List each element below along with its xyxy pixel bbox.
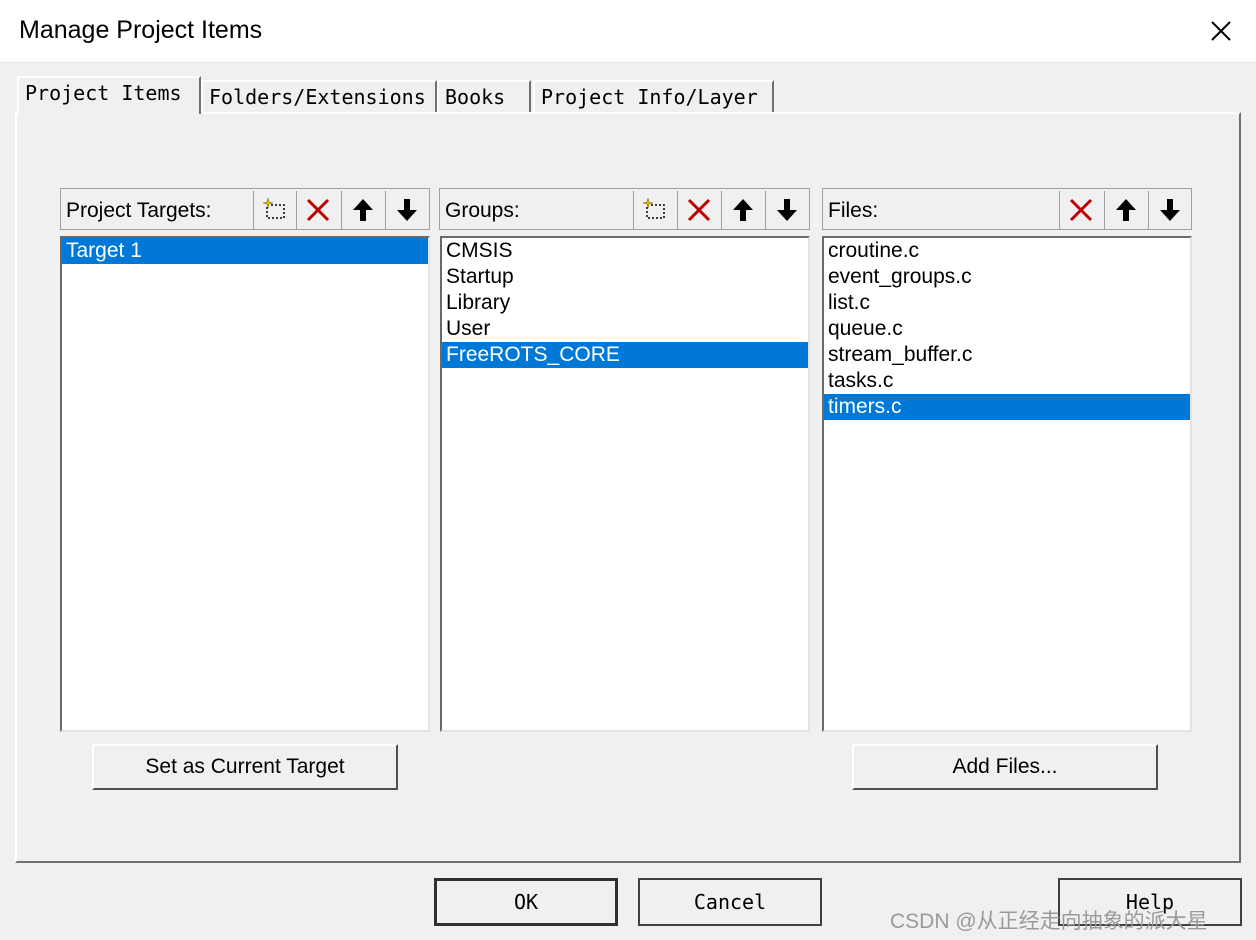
move-up-icon bbox=[1115, 199, 1136, 221]
move-group-up-button[interactable] bbox=[721, 191, 763, 229]
delete-file-button[interactable] bbox=[1059, 191, 1101, 229]
tab-folders-extensions[interactable]: Folders/Extensions bbox=[201, 80, 437, 112]
list-item[interactable]: tasks.c bbox=[824, 368, 1190, 394]
watermark: CSDN @从正经走向抽象的派大星 bbox=[890, 910, 1208, 933]
move-group-down-button[interactable] bbox=[765, 191, 807, 229]
set-current-target-button[interactable]: Set as Current Target bbox=[92, 744, 398, 790]
move-file-down-button[interactable] bbox=[1148, 191, 1190, 229]
cancel-button[interactable]: Cancel bbox=[638, 878, 822, 926]
new-icon bbox=[642, 197, 665, 219]
set-current-target-label: Set as Current Target bbox=[145, 755, 345, 778]
delete-icon bbox=[687, 198, 710, 222]
close-icon bbox=[1211, 21, 1231, 41]
files-label: Files: bbox=[828, 199, 879, 222]
delete-icon bbox=[1069, 198, 1092, 222]
move-down-icon bbox=[396, 199, 417, 221]
add-files-button[interactable]: Add Files... bbox=[852, 744, 1158, 790]
list-item[interactable]: CMSIS bbox=[442, 238, 808, 264]
ok-label: OK bbox=[513, 890, 539, 914]
move-up-icon bbox=[352, 199, 373, 221]
list-item[interactable]: queue.c bbox=[824, 316, 1190, 342]
new-group-button[interactable] bbox=[633, 191, 675, 229]
new-target-button[interactable] bbox=[253, 191, 295, 229]
targets-list[interactable]: Target 1 bbox=[60, 236, 430, 732]
delete-icon bbox=[306, 198, 329, 222]
tab-label: Books bbox=[445, 85, 506, 109]
tab-label: Project Items bbox=[25, 81, 182, 105]
list-item[interactable]: User bbox=[442, 316, 808, 342]
groups-list[interactable]: CMSIS Startup Library User FreeROTS_CORE bbox=[440, 236, 810, 732]
tab-books[interactable]: Books bbox=[437, 80, 531, 112]
delete-target-button[interactable] bbox=[296, 191, 338, 229]
move-file-up-button[interactable] bbox=[1104, 191, 1146, 229]
list-item[interactable]: croutine.c bbox=[824, 238, 1190, 264]
list-item[interactable]: event_groups.c bbox=[824, 264, 1190, 290]
list-item[interactable]: Startup bbox=[442, 264, 808, 290]
list-item[interactable]: Target 1 bbox=[62, 238, 428, 264]
files-header: Files: bbox=[822, 188, 1192, 230]
targets-label: Project Targets: bbox=[66, 199, 212, 222]
move-up-icon bbox=[732, 199, 753, 221]
tab-label: Folders/Extensions bbox=[209, 85, 426, 109]
move-target-down-button[interactable] bbox=[385, 191, 427, 229]
move-target-up-button[interactable] bbox=[341, 191, 383, 229]
new-icon bbox=[262, 197, 285, 219]
tab-project-items[interactable]: Project Items bbox=[17, 76, 201, 114]
add-files-label: Add Files... bbox=[952, 755, 1058, 778]
move-down-icon bbox=[776, 199, 797, 221]
title-bar: Manage Project Items bbox=[0, 0, 1256, 63]
delete-group-button[interactable] bbox=[677, 191, 719, 229]
ok-button[interactable]: OK bbox=[434, 878, 618, 926]
files-list[interactable]: croutine.c event_groups.c list.c queue.c… bbox=[822, 236, 1192, 732]
list-item[interactable]: stream_buffer.c bbox=[824, 342, 1190, 368]
list-item[interactable]: timers.c bbox=[824, 394, 1190, 420]
groups-label: Groups: bbox=[445, 199, 520, 222]
tab-label: Project Info/Layer bbox=[541, 85, 758, 109]
tab-project-info-layer[interactable]: Project Info/Layer bbox=[533, 80, 774, 112]
list-item[interactable]: Library bbox=[442, 290, 808, 316]
targets-header: Project Targets: bbox=[60, 188, 430, 230]
cancel-label: Cancel bbox=[693, 890, 767, 914]
list-item[interactable]: FreeROTS_CORE bbox=[442, 342, 808, 368]
groups-header: Groups: bbox=[439, 188, 810, 230]
dialog-title: Manage Project Items bbox=[19, 16, 263, 44]
close-button[interactable] bbox=[1186, 0, 1256, 62]
manage-project-items-dialog: Manage Project Items Project Items Folde… bbox=[0, 0, 1256, 940]
list-item[interactable]: list.c bbox=[824, 290, 1190, 316]
move-down-icon bbox=[1159, 199, 1180, 221]
